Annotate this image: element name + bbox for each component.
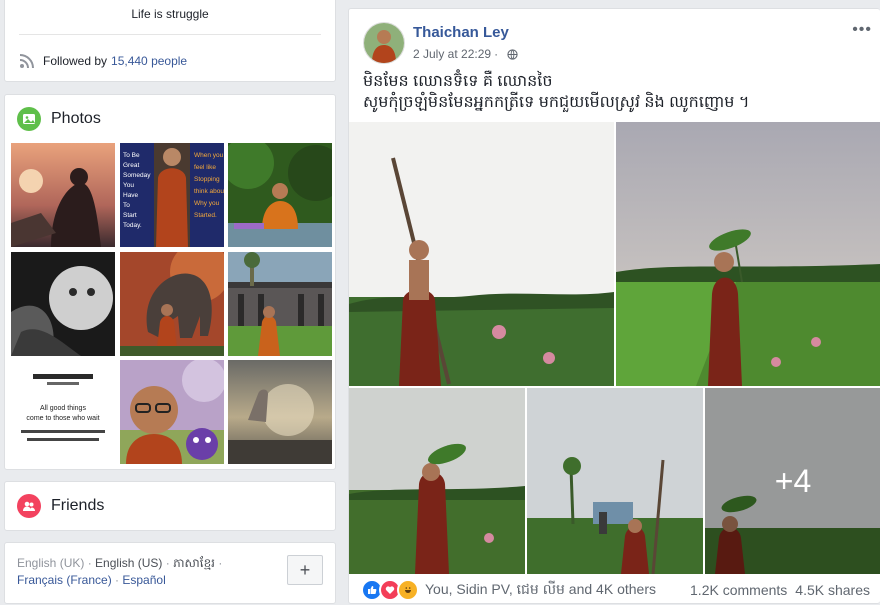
rss-icon [19, 54, 34, 69]
intro-card: Life is struggle Followed by 15,440 peop… [4, 0, 336, 82]
photo-thumb[interactable] [119, 360, 224, 464]
globe-icon [507, 48, 518, 60]
comments-count[interactable]: 1.2K comments [690, 582, 787, 598]
post-photo[interactable] [616, 122, 880, 386]
post-media-grid: +4 [349, 122, 880, 574]
svg-text:Today.: Today. [123, 222, 142, 229]
photos-header[interactable]: Photos [17, 107, 101, 131]
language-link-en-us[interactable]: English (US) [95, 556, 162, 570]
svg-text:Stopping: Stopping [194, 176, 220, 183]
language-link-es[interactable]: Español [122, 573, 165, 587]
post-card: Thaichan Ley 2 July at 22:29 · ••• មិនមែ… [348, 8, 880, 604]
photo-thumb[interactable] [228, 143, 332, 247]
photo-thumb[interactable]: To Be Great Someday You Have To Start Today. Whe… [119, 143, 224, 247]
author-avatar[interactable] [363, 22, 405, 64]
post-options-button[interactable]: ••• [852, 21, 872, 39]
svg-text:feel like: feel like [194, 164, 216, 171]
post-photo[interactable] [349, 388, 525, 574]
photo-thumb[interactable] [11, 251, 115, 356]
photo-icon [17, 107, 41, 131]
post-photo[interactable] [349, 122, 614, 386]
engagement-stats: 1.2K comments 4.5K shares [690, 582, 870, 598]
photo-thumb[interactable] [11, 143, 115, 247]
svg-text:Great: Great [123, 162, 139, 169]
svg-text:think about: think about [194, 188, 224, 195]
photos-title[interactable]: Photos [51, 110, 101, 128]
language-link-fr[interactable]: Français (France) [17, 573, 112, 587]
photo-thumb[interactable] [228, 251, 332, 356]
bio-text: Life is struggle [131, 7, 209, 21]
post-footer: You, Sidin PV, ជេម លីម and 4K others 1.2… [361, 575, 870, 605]
followed-by-label: Followed by [43, 54, 108, 68]
svg-text:You: You [123, 182, 134, 189]
friends-header[interactable]: Friends [17, 494, 104, 518]
shares-count[interactable]: 4.5K shares [795, 582, 870, 598]
svg-text:Started.: Started. [194, 212, 217, 219]
followers-row: Followed by 15,440 people [19, 53, 187, 69]
author-name[interactable]: Thaichan Ley [413, 24, 509, 41]
post-meta: 2 July at 22:29 · [413, 47, 518, 61]
post-text: មិនមែន ឈោនទ៊ំទេ គឺ ឈោនចៃ សូមកុំច្រឡំមិនម… [363, 71, 863, 113]
photo-thumb[interactable] [228, 360, 332, 464]
current-language: English (UK) [17, 556, 85, 570]
post-photo-more[interactable]: +4 [705, 388, 880, 574]
svg-text:Someday: Someday [123, 172, 151, 179]
post-timestamp[interactable]: 2 July at 22:29 [413, 47, 491, 61]
photos-card: Photos To Be Great Someday You Have To Start To… [4, 94, 336, 470]
language-card: English (UK) · English (US) · ភាសាខ្មែរ … [4, 542, 336, 604]
more-photos-overlay[interactable]: +4 [705, 388, 880, 574]
svg-text:When you: When you [194, 152, 224, 159]
divider [19, 34, 321, 35]
svg-text:come to those who wait: come to those who wait [26, 415, 99, 422]
haha-reaction-icon [397, 579, 419, 601]
friends-title[interactable]: Friends [51, 497, 104, 515]
svg-text:Start: Start [123, 212, 137, 219]
photo-thumb-quote[interactable]: All good things come to those who wait [11, 360, 115, 464]
reactions-group[interactable] [361, 579, 419, 601]
svg-text:To: To [123, 202, 130, 209]
language-list: English (UK) · English (US) · ភាសាខ្មែរ … [17, 556, 223, 587]
photos-grid: To Be Great Someday You Have To Start Today. Whe… [11, 143, 332, 464]
followers-count-link[interactable]: 15,440 people [111, 54, 187, 68]
post-text-line: មិនមែន ឈោនទ៊ំទេ គឺ ឈោនចៃ [363, 73, 553, 90]
svg-text:Have: Have [123, 192, 139, 199]
svg-text:All good things: All good things [40, 405, 86, 412]
post-photo[interactable] [527, 388, 703, 574]
post-text-line: សូមកុំច្រឡំមិនមែនអ្នកកត្រីទេ មកជួយមើលស្រ… [363, 94, 750, 111]
photo-thumb[interactable] [119, 251, 224, 356]
add-language-button[interactable]: + [287, 555, 323, 585]
friends-card: Friends [4, 481, 336, 531]
language-link-khmer[interactable]: ភាសាខ្មែរ [173, 556, 215, 570]
reactions-summary[interactable]: You, Sidin PV, ជេម លីម and 4K others [425, 580, 656, 601]
svg-text:Why you: Why you [194, 200, 220, 207]
friends-icon [17, 494, 41, 518]
svg-text:To Be: To Be [123, 152, 140, 159]
